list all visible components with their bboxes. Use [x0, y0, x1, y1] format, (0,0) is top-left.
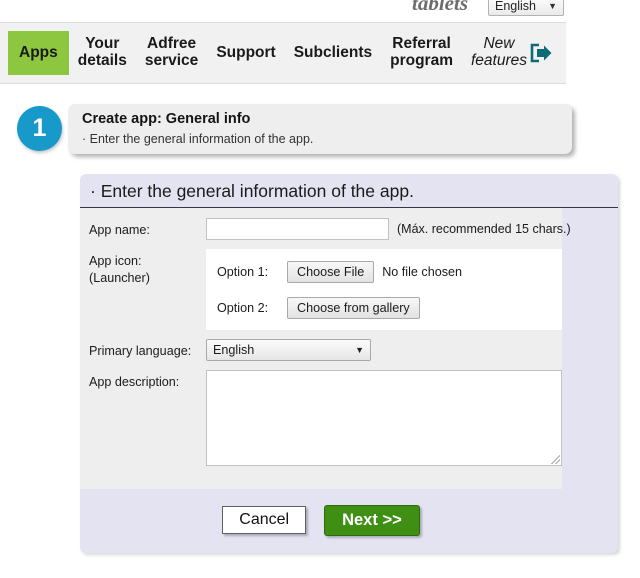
- next-button[interactable]: Next >>: [324, 504, 420, 536]
- form-footer: Cancel Next >>: [80, 489, 562, 551]
- app-icon-option-2-row: Option 2: Choose from gallery: [217, 294, 562, 321]
- primary-language-select[interactable]: English ▼: [206, 339, 371, 361]
- app-name-input[interactable]: [206, 218, 389, 240]
- app-description-textarea-wrap: [206, 370, 565, 469]
- language-selector-value: English: [495, 0, 536, 13]
- general-info-form-panel: · Enter the general information of the a…: [80, 174, 618, 553]
- main-navigation-bar: Apps Your details Adfree service Support…: [0, 22, 566, 84]
- logout-arrow-icon[interactable]: [527, 23, 561, 83]
- nav-item-support[interactable]: Support: [207, 23, 284, 83]
- primary-language-label: Primary language:: [89, 344, 192, 358]
- form-row-app-icon: App icon: (Launcher) Option 1: Choose Fi…: [80, 249, 562, 330]
- step-title: Create app: General info: [82, 111, 251, 127]
- nav-item-referral-program[interactable]: Referral program: [381, 23, 462, 83]
- app-icon-options-panel: Option 1: Choose File No file chosen Opt…: [206, 249, 562, 330]
- app-name-hint: (Máx. recommended 15 chars.): [397, 222, 571, 236]
- step-banner: Create app: General info · Enter the gen…: [68, 104, 572, 154]
- brand-tagline: tablets: [412, 0, 468, 15]
- app-icon-label: App icon: (Launcher): [89, 249, 206, 287]
- choose-from-gallery-button[interactable]: Choose from gallery: [287, 296, 420, 319]
- primary-language-value: English: [213, 343, 255, 357]
- nav-item-new-features[interactable]: New features: [462, 23, 529, 83]
- app-icon-option-1-row: Option 1: Choose File No file chosen: [217, 258, 562, 285]
- chevron-down-icon: ▼: [548, 1, 557, 11]
- app-description-label: App description:: [89, 375, 180, 389]
- app-icon-label-line2: (Launcher): [89, 271, 150, 285]
- nav-item-adfree-service[interactable]: Adfree service: [136, 23, 207, 83]
- nav-item-your-details[interactable]: Your details: [69, 23, 136, 83]
- choose-file-button[interactable]: Choose File: [287, 260, 375, 283]
- chevron-down-icon: ▼: [355, 345, 364, 355]
- top-header-strip: tablets English ▼: [0, 0, 640, 22]
- form-row-app-name: App name: (Máx. recommended 15 chars.): [80, 218, 571, 240]
- nav-item-subclients[interactable]: Subclients: [285, 23, 381, 83]
- app-description-textarea[interactable]: [207, 371, 565, 469]
- app-icon-label-line1: App icon:: [89, 254, 142, 268]
- form-row-app-description: App description:: [80, 370, 565, 469]
- app-name-label: App name:: [89, 223, 150, 237]
- language-selector[interactable]: English ▼: [488, 0, 564, 16]
- cancel-button[interactable]: Cancel: [222, 506, 307, 534]
- option-1-label: Option 1:: [217, 264, 269, 279]
- option-2-label: Option 2:: [217, 300, 269, 315]
- step-subtitle: · Enter the general information of the a…: [82, 132, 314, 146]
- form-row-primary-language: Primary language: English ▼: [80, 339, 562, 361]
- form-body: App name: (Máx. recommended 15 chars.) A…: [80, 208, 571, 489]
- file-chosen-status: No file chosen: [382, 264, 463, 279]
- nav-item-apps[interactable]: Apps: [8, 31, 69, 75]
- step-number-badge: 1: [17, 106, 62, 151]
- form-panel-title: · Enter the general information of the a…: [80, 174, 618, 208]
